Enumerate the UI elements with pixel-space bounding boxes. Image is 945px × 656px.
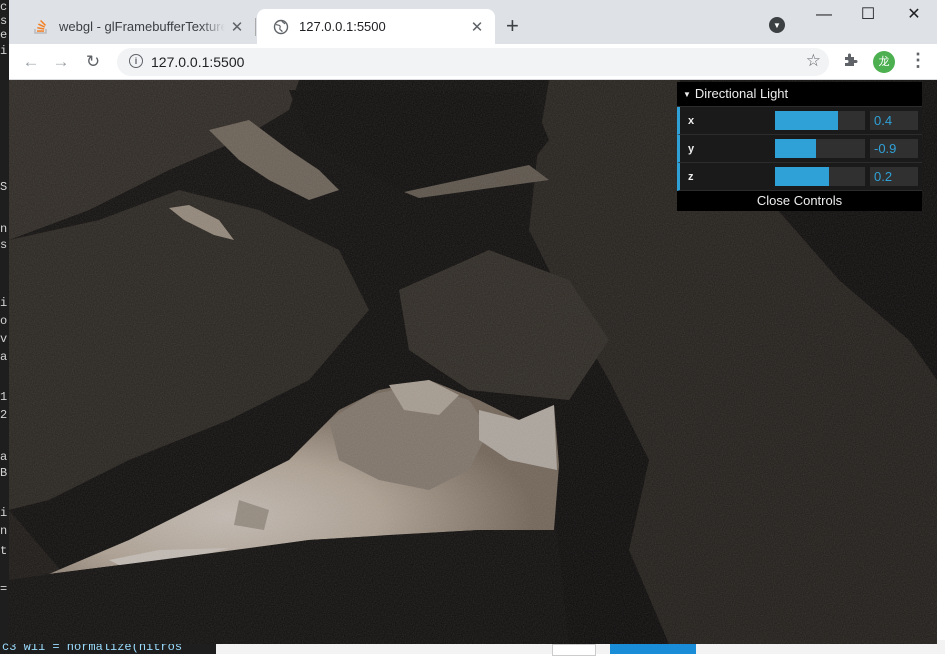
- background-code-char: e: [0, 28, 8, 42]
- webgl-canvas[interactable]: ▼ Directional Light x 0.4 y -0.9 z 0.2 Cl…: [9, 80, 937, 644]
- reload-icon[interactable]: ↻: [81, 50, 105, 74]
- control-row-y: y -0.9: [677, 135, 922, 163]
- background-code-char: s: [0, 14, 8, 28]
- site-info-icon[interactable]: i: [129, 54, 143, 68]
- tab-strip: webgl - glFramebufferTexture2D ✕ 127.0.0…: [9, 0, 937, 44]
- background-code-char: B: [0, 466, 8, 480]
- slider-fill: [775, 111, 838, 130]
- background-code-char: a: [0, 450, 8, 464]
- slider-fill: [775, 167, 829, 186]
- new-tab-icon[interactable]: +: [506, 13, 519, 39]
- background-code-char: 2: [0, 408, 8, 422]
- address-url: 127.0.0.1:5500: [151, 54, 245, 70]
- background-code-char: i: [0, 44, 8, 58]
- control-label: x: [688, 115, 695, 127]
- browser-window: webgl - glFramebufferTexture2D ✕ 127.0.0…: [9, 0, 937, 644]
- back-arrow-icon[interactable]: ←: [19, 50, 43, 74]
- background-code-char: n: [0, 524, 8, 538]
- control-row-x: x 0.4: [677, 107, 922, 135]
- background-code-char: o: [0, 314, 8, 328]
- background-code-char: c: [0, 0, 8, 14]
- background-button: [552, 644, 596, 656]
- bookmark-star-icon[interactable]: ☆: [806, 51, 821, 71]
- browser-toolbar: ← → ↻ i 127.0.0.1:5500 ☆ 龙 ⋮: [9, 44, 937, 80]
- profile-avatar[interactable]: 龙: [873, 51, 895, 73]
- control-label: z: [688, 171, 694, 183]
- maximize-icon[interactable]: ☐: [845, 4, 891, 26]
- tab-close-icon[interactable]: ✕: [225, 18, 249, 36]
- value-input-y[interactable]: -0.9: [870, 139, 918, 158]
- background-code-char: v: [0, 332, 8, 346]
- close-window-icon[interactable]: ✕: [891, 4, 937, 26]
- background-code-editor: c s e i Sn s i o v a 1 2 a Bi n t =: [0, 0, 9, 654]
- value-input-z[interactable]: 0.2: [870, 167, 918, 186]
- background-code-char: =: [0, 582, 8, 596]
- background-code-char: S: [0, 180, 8, 194]
- background-code-char: 1: [0, 390, 8, 404]
- background-code-char: n: [0, 222, 8, 236]
- minimize-icon[interactable]: —: [801, 4, 847, 26]
- tab-separator: [255, 18, 256, 36]
- slider-z[interactable]: [775, 167, 865, 186]
- tab-search-dropdown-icon[interactable]: ▼: [769, 17, 785, 33]
- slider-y[interactable]: [775, 139, 865, 158]
- tab-title: webgl - glFramebufferTexture2D: [59, 19, 225, 34]
- slider-x[interactable]: [775, 111, 865, 130]
- gui-panel: ▼ Directional Light x 0.4 y -0.9 z 0.2 Cl…: [677, 82, 922, 211]
- globe-icon: [273, 19, 289, 35]
- caret-down-icon: ▼: [683, 89, 691, 99]
- value-input-x[interactable]: 0.4: [870, 111, 918, 130]
- tab-title: 127.0.0.1:5500: [299, 19, 386, 34]
- slider-fill: [775, 139, 816, 158]
- tab-webgl[interactable]: webgl - glFramebufferTexture2D ✕: [17, 9, 255, 44]
- forward-arrow-icon[interactable]: →: [49, 50, 73, 74]
- close-controls-button[interactable]: Close Controls: [677, 191, 922, 211]
- folder-title: Directional Light: [694, 86, 789, 101]
- extensions-puzzle-icon[interactable]: [843, 52, 859, 73]
- address-bar[interactable]: i 127.0.0.1:5500 ☆: [117, 48, 829, 76]
- folder-directional-light[interactable]: ▼ Directional Light: [677, 82, 922, 107]
- background-code-char: i: [0, 296, 8, 310]
- background-code-char: t: [0, 544, 8, 558]
- background-primary-button: [610, 644, 696, 654]
- background-code-char: i: [0, 506, 8, 520]
- control-label: y: [688, 143, 695, 155]
- background-right-panel: [937, 80, 945, 640]
- stackoverflow-icon: [33, 19, 49, 35]
- tab-localhost[interactable]: 127.0.0.1:5500 ✕: [257, 9, 495, 44]
- control-row-z: z 0.2: [677, 163, 922, 191]
- background-code-char: s: [0, 238, 8, 252]
- kebab-menu-icon[interactable]: ⋮: [909, 50, 927, 71]
- tab-close-icon[interactable]: ✕: [465, 18, 489, 36]
- background-code-char: a: [0, 350, 8, 364]
